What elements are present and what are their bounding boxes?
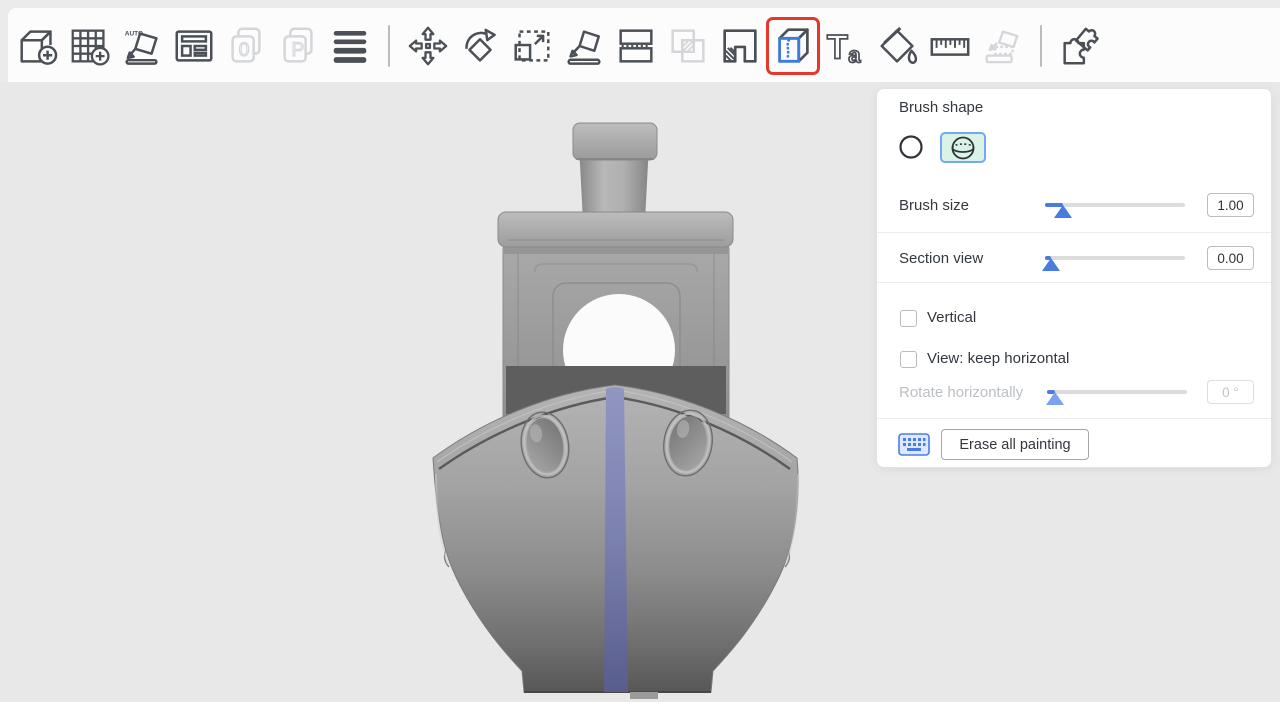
arrange-button[interactable] <box>171 20 217 72</box>
svg-text:P: P <box>291 40 304 61</box>
support-painting-icon <box>717 21 763 71</box>
vertical-label: Vertical <box>927 309 976 326</box>
add-object-icon <box>15 21 61 71</box>
seam-stripe <box>604 387 628 692</box>
duplicate-object-icon: 0 <box>223 21 269 71</box>
svg-text:AUTO: AUTO <box>125 31 143 38</box>
move-icon <box>405 21 451 71</box>
scale-button[interactable] <box>509 20 555 72</box>
duplicate-object-button[interactable]: 0 <box>223 20 269 72</box>
measure-button[interactable] <box>927 20 973 72</box>
sphere-brush-icon <box>950 135 976 161</box>
shortcuts-button[interactable] <box>898 433 930 461</box>
color-painting-icon <box>875 21 921 71</box>
section-view-value[interactable]: 0.00 <box>1207 246 1254 270</box>
app-window: AUTO 0 <box>0 0 1280 720</box>
assembly-view-button[interactable] <box>979 20 1025 72</box>
move-button[interactable] <box>405 20 451 72</box>
duplicate-plate-button[interactable]: P <box>275 20 321 72</box>
color-painting-button[interactable] <box>875 20 921 72</box>
mesh-boolean-icon <box>665 21 711 71</box>
panel-divider <box>877 282 1271 283</box>
mesh-boolean-button[interactable] <box>665 20 711 72</box>
split-icon <box>613 21 659 71</box>
scale-icon <box>509 21 555 71</box>
add-object-button[interactable] <box>15 20 61 72</box>
variable-layer-height-button[interactable] <box>327 20 373 72</box>
seam-painting-panel: Brush shape Brush size 1.00 Section view <box>876 88 1272 468</box>
lay-on-face-button[interactable] <box>561 20 607 72</box>
brush-size-value[interactable]: 1.00 <box>1207 193 1254 217</box>
vertical-checkbox[interactable] <box>900 310 917 327</box>
rotate-horizontally-label: Rotate horizontally <box>899 384 1023 401</box>
toolbar-separator <box>1040 25 1042 67</box>
seam-painting-button[interactable] <box>766 17 820 75</box>
split-button[interactable] <box>613 20 659 72</box>
rotate-horizontally-slider[interactable] <box>1047 390 1187 394</box>
rotate-button[interactable] <box>457 20 503 72</box>
plugins-icon <box>1057 21 1103 71</box>
svg-text:T: T <box>827 28 848 66</box>
main-toolbar: AUTO 0 <box>8 8 1280 82</box>
brush-size-slider[interactable] <box>1045 203 1185 207</box>
text-shape-icon: T a <box>823 21 869 71</box>
add-instance-icon <box>67 21 113 71</box>
erase-all-painting-button[interactable]: Erase all painting <box>941 429 1089 460</box>
section-view-slider-thumb[interactable] <box>1042 258 1060 271</box>
svg-text:a: a <box>848 42 861 67</box>
support-painting-button[interactable] <box>717 20 763 72</box>
seam-painting-icon <box>770 21 816 71</box>
brush-size-label: Brush size <box>899 197 969 214</box>
section-view-label: Section view <box>899 250 983 267</box>
view-keep-horizontal-checkbox[interactable] <box>900 351 917 368</box>
section-view-slider[interactable] <box>1045 256 1185 260</box>
rotate-horizontally-slider-thumb[interactable] <box>1046 392 1064 405</box>
lay-on-face-icon <box>561 21 607 71</box>
assembly-view-icon <box>979 21 1025 71</box>
variable-layer-height-icon <box>327 21 373 71</box>
brush-shape-circle-option[interactable] <box>897 133 925 161</box>
circle-brush-icon <box>898 134 924 160</box>
measure-icon <box>927 21 973 71</box>
panel-divider <box>877 232 1271 233</box>
plugins-button[interactable] <box>1057 20 1103 72</box>
rotate-horizontally-value[interactable]: 0 ° <box>1207 380 1254 404</box>
brush-shape-label: Brush shape <box>899 99 983 116</box>
brush-shape-sphere-option[interactable] <box>940 132 986 163</box>
keyboard-icon <box>898 433 930 456</box>
duplicate-plate-icon: P <box>275 21 321 71</box>
panel-divider <box>877 418 1271 419</box>
view-keep-horizontal-label: View: keep horizontal <box>927 350 1069 367</box>
auto-orient-button[interactable]: AUTO <box>119 20 165 72</box>
text-shape-button[interactable]: T a <box>823 20 869 72</box>
toolbar-separator <box>388 25 390 67</box>
brush-size-slider-thumb[interactable] <box>1054 205 1072 218</box>
add-instance-button[interactable] <box>67 20 113 72</box>
auto-orient-icon: AUTO <box>119 21 165 71</box>
benchy-chimney <box>573 123 657 213</box>
benchy-roof <box>498 212 733 247</box>
arrange-icon <box>171 21 217 71</box>
rotate-icon <box>457 21 503 71</box>
svg-text:0: 0 <box>239 40 250 61</box>
